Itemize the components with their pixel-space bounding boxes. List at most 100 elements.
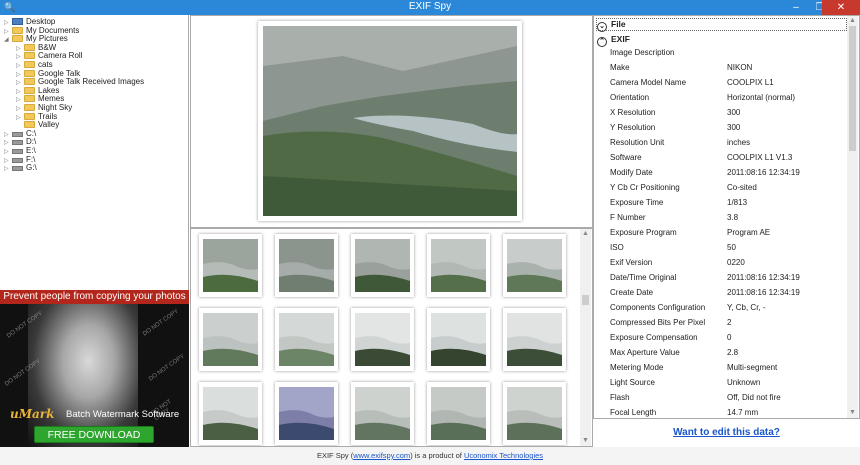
file-section-header[interactable]: ⌄ File: [597, 18, 626, 32]
exif-value: Off, Did not fire: [727, 393, 781, 402]
exif-value: 50: [727, 243, 736, 252]
expand-arrow-icon[interactable]: ◢: [4, 36, 12, 45]
expand-arrow-icon[interactable]: ▷: [4, 165, 12, 174]
file-section-label: File: [611, 19, 626, 29]
exif-row[interactable]: Metering Mode Multi-segment: [594, 360, 847, 375]
exif-key: Exposure Compensation: [610, 333, 698, 342]
minimize-button[interactable]: –: [784, 0, 808, 15]
photo-thumbnail[interactable]: [275, 234, 338, 297]
thumbnail-scrollbar[interactable]: ▲ ▼: [580, 229, 591, 446]
exif-key: Modify Date: [610, 168, 653, 177]
exif-key: Software: [610, 153, 642, 162]
exif-value: 2: [727, 318, 732, 327]
exif-key: Light Source: [610, 378, 655, 387]
photo-thumbnail[interactable]: [503, 382, 566, 445]
exif-scrollbar[interactable]: ▲ ▼: [847, 16, 858, 418]
scroll-up-icon[interactable]: ▲: [847, 16, 858, 26]
exif-key: Flash: [610, 393, 630, 402]
exif-row[interactable]: Create Date 2011:08:16 12:34:19: [594, 285, 847, 300]
exif-row[interactable]: Components Configuration Y, Cb, Cr, -: [594, 300, 847, 315]
exif-value: Co-sited: [727, 183, 757, 192]
tree-item-label: Valley: [38, 120, 60, 130]
scrollbar-thumb[interactable]: [582, 295, 589, 305]
exif-key: F Number: [610, 213, 646, 222]
exif-row[interactable]: Y Resolution 300: [594, 120, 847, 135]
photo-thumbnail[interactable]: [351, 308, 414, 371]
exif-row[interactable]: Flash Off, Did not fire: [594, 390, 847, 405]
folder-icon: [24, 69, 35, 77]
folder-tree[interactable]: ▷ Desktop ▷ My Documents ◢ My Pictures ▷ B&W ▷ Ca…: [0, 15, 189, 290]
photo-thumbnail[interactable]: [275, 308, 338, 371]
scroll-down-icon[interactable]: ▼: [580, 436, 591, 446]
exif-row[interactable]: Exposure Time 1/813: [594, 195, 847, 210]
photo-thumbnail[interactable]: [427, 308, 490, 371]
scrollbar-thumb[interactable]: [849, 26, 856, 151]
exif-row[interactable]: F Number 3.8: [594, 210, 847, 225]
thumbnail-image: [431, 239, 486, 292]
photo-thumbnail[interactable]: [199, 234, 262, 297]
edit-link-bar: Want to edit this data?: [593, 419, 860, 447]
website-link[interactable]: www.exifspy.com: [353, 451, 410, 460]
photo-thumbnail[interactable]: [427, 234, 490, 297]
exif-row[interactable]: Y Cb Cr Positioning Co-sited: [594, 180, 847, 195]
exif-row[interactable]: Orientation Horizontal (normal): [594, 90, 847, 105]
window-title: EXIF Spy: [408, 1, 452, 12]
folder-icon: [24, 43, 35, 51]
folder-icon: [12, 26, 23, 34]
preview-photo: [263, 26, 517, 216]
exif-row[interactable]: ISO 50: [594, 240, 847, 255]
exif-row[interactable]: Resolution Unit inches: [594, 135, 847, 150]
thumbnail-image: [355, 313, 410, 366]
photo-thumbnail[interactable]: [503, 234, 566, 297]
exif-row[interactable]: Camera Model Name COOLPIX L1: [594, 75, 847, 90]
exif-row[interactable]: Date/Time Original 2011:08:16 12:34:19: [594, 270, 847, 285]
umark-advertisement[interactable]: DO NOT COPY DO NOT COPY DO NOT COPY DO N…: [0, 290, 189, 447]
close-button[interactable]: ✕: [822, 0, 860, 15]
folder-icon: [12, 35, 23, 43]
company-link[interactable]: Uconomix Technologies: [464, 451, 543, 460]
tree-item[interactable]: ▷ G:\: [4, 163, 37, 172]
exif-value: 0220: [727, 258, 745, 267]
exif-value: Multi-segment: [727, 363, 778, 372]
photo-thumbnail[interactable]: [199, 382, 262, 445]
exif-row[interactable]: Image Description: [594, 45, 847, 60]
photo-thumbnail[interactable]: [351, 382, 414, 445]
exif-value: COOLPIX L1 V1.3: [727, 153, 793, 162]
exif-row[interactable]: Max Aperture Value 2.8: [594, 345, 847, 360]
expand-circle-icon[interactable]: ⌄: [597, 22, 607, 32]
exif-row[interactable]: Focal Length 14.7 mm: [594, 405, 847, 418]
photo-thumbnail[interactable]: [275, 382, 338, 445]
exif-row[interactable]: Light Source Unknown: [594, 375, 847, 390]
exif-row[interactable]: X Resolution 300: [594, 105, 847, 120]
exif-value: NIKON: [727, 63, 753, 72]
scroll-up-icon[interactable]: ▲: [580, 229, 591, 239]
exif-row[interactable]: Modify Date 2011:08:16 12:34:19: [594, 165, 847, 180]
photo-thumbnail[interactable]: [427, 382, 490, 445]
exif-value: Y, Cb, Cr, -: [727, 303, 766, 312]
exif-row[interactable]: Software COOLPIX L1 V1.3: [594, 150, 847, 165]
exif-row[interactable]: Exif Version 0220: [594, 255, 847, 270]
exif-row[interactable]: Exposure Program Program AE: [594, 225, 847, 240]
drive-icon: [12, 149, 23, 154]
exif-value: 1/813: [727, 198, 748, 207]
photo-thumbnail[interactable]: [503, 308, 566, 371]
folder-icon: [24, 78, 35, 86]
exif-row[interactable]: Compressed Bits Per Pixel 2: [594, 315, 847, 330]
file-section-row[interactable]: [596, 18, 847, 31]
photo-thumbnail[interactable]: [199, 308, 262, 371]
thumbnail-image: [507, 387, 562, 440]
drive-icon: [12, 166, 23, 172]
folder-icon: [24, 52, 35, 60]
edit-data-link[interactable]: Want to edit this data?: [593, 427, 860, 438]
thumbnail-grid[interactable]: ▲ ▼: [190, 228, 593, 447]
exif-row[interactable]: Make NIKON: [594, 60, 847, 75]
photo-thumbnail[interactable]: [351, 234, 414, 297]
thumbnail-image: [203, 387, 258, 440]
scroll-down-icon[interactable]: ▼: [847, 408, 858, 418]
thumbnail-image: [279, 239, 334, 292]
exif-row[interactable]: Exposure Compensation 0: [594, 330, 847, 345]
free-download-button[interactable]: FREE DOWNLOAD: [34, 426, 154, 443]
thumbnail-image: [279, 313, 334, 366]
exif-value: 14.7 mm: [727, 408, 759, 417]
drive-icon: [12, 157, 23, 163]
